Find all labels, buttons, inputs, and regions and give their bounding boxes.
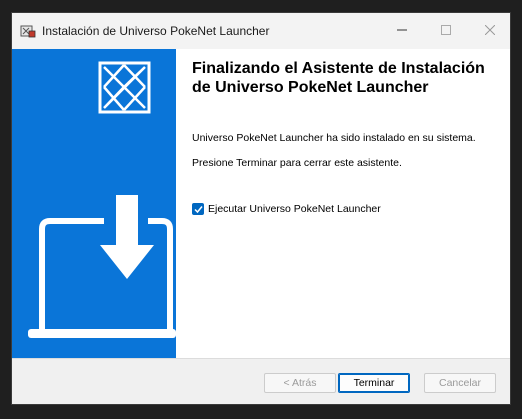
run-launcher-checkbox[interactable] xyxy=(192,203,204,215)
close-button[interactable] xyxy=(468,13,510,49)
window-title: Instalación de Universo PokeNet Launcher xyxy=(42,24,270,38)
button-bar: < Atrás Terminar Cancelar xyxy=(12,358,510,404)
finish-button[interactable]: Terminar xyxy=(338,373,410,393)
page-title: Finalizando el Asistente de Instalación … xyxy=(192,60,485,96)
instruction-message: Presione Terminar para cerrar este asist… xyxy=(192,157,402,169)
installer-content: Finalizando el Asistente de Instalación … xyxy=(176,49,510,358)
minimize-icon xyxy=(397,22,407,40)
back-button[interactable]: < Atrás xyxy=(264,373,336,393)
installer-app-icon xyxy=(20,23,36,39)
cancel-button[interactable]: Cancelar xyxy=(424,373,496,393)
sidebar-artwork xyxy=(28,61,176,338)
checkmark-icon xyxy=(193,205,203,213)
installed-message: Universo PokeNet Launcher ha sido instal… xyxy=(192,132,476,144)
maximize-icon xyxy=(441,22,451,40)
maximize-button[interactable] xyxy=(424,13,468,49)
title-bar: Instalación de Universo PokeNet Launcher xyxy=(12,13,510,49)
run-launcher-label[interactable]: Ejecutar Universo PokeNet Launcher xyxy=(208,203,381,215)
installer-window: Instalación de Universo PokeNet Launcher xyxy=(11,12,511,405)
laptop-download-icon xyxy=(28,195,176,338)
minimize-button[interactable] xyxy=(380,13,424,49)
pokenet-logo-icon xyxy=(98,61,151,114)
run-launcher-option[interactable]: Ejecutar Universo PokeNet Launcher xyxy=(192,203,381,215)
close-icon xyxy=(484,22,496,40)
installer-sidebar xyxy=(12,49,176,358)
